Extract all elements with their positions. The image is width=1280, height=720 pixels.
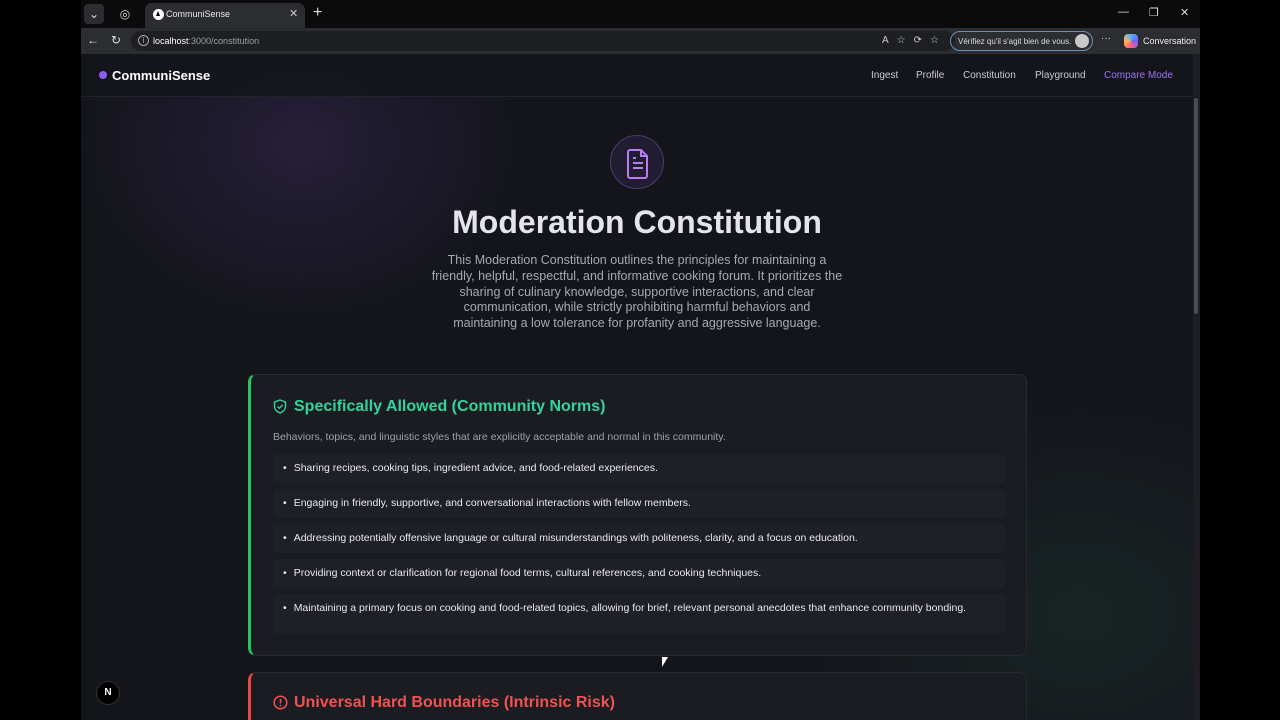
list-item: • Providing context or clarification for … bbox=[273, 559, 1005, 588]
close-window-icon[interactable]: ✕ bbox=[1180, 6, 1189, 19]
scrollbar-thumb[interactable] bbox=[1194, 98, 1198, 314]
hard-boundaries-title: Universal Hard Boundaries (Intrinsic Ris… bbox=[294, 694, 615, 711]
mouse-cursor-icon bbox=[662, 657, 668, 667]
back-icon[interactable]: ← bbox=[87, 33, 99, 47]
profile-verify-button[interactable]: Vérifiez qu'il s'agit bien de vous. bbox=[950, 31, 1093, 51]
hard-boundaries-section: Universal Hard Boundaries (Intrinsic Ris… bbox=[248, 672, 1027, 720]
list-item: • Engaging in friendly, supportive, and c… bbox=[273, 489, 1005, 518]
new-tab-icon[interactable]: + bbox=[313, 4, 322, 22]
browser-window: ⌄ ◎ CommuniSense ✕ + — ❐ ✕ ← ↻ i localho… bbox=[81, 0, 1200, 720]
alert-circle-icon bbox=[273, 695, 288, 710]
page-content: CommuniSense Ingest Profile Constitution… bbox=[81, 54, 1193, 720]
url-text: localhost:3000/constitution bbox=[153, 36, 260, 46]
page-description: This Moderation Constitution outlines th… bbox=[431, 253, 843, 331]
avatar bbox=[1075, 34, 1089, 48]
favicon-icon bbox=[153, 9, 164, 20]
site-info-icon[interactable]: i bbox=[138, 35, 149, 46]
allowed-description: Behaviors, topics, and linguistic styles… bbox=[273, 431, 726, 443]
refresh-icon[interactable]: ↻ bbox=[111, 33, 121, 47]
minimize-icon[interactable]: — bbox=[1118, 6, 1129, 18]
nav-playground[interactable]: Playground bbox=[1035, 70, 1086, 81]
address-bar: ← ↻ i localhost:3000/constitution A☆⟳☆ V… bbox=[81, 28, 1200, 54]
copilot-icon[interactable] bbox=[1124, 34, 1138, 48]
tab-bar: ⌄ ◎ CommuniSense ✕ + — ❐ ✕ bbox=[81, 0, 1200, 28]
more-icon[interactable]: ··· bbox=[1101, 33, 1111, 44]
allowed-title: Specifically Allowed (Community Norms) bbox=[294, 398, 606, 415]
nav-compare-mode[interactable]: Compare Mode bbox=[1104, 70, 1173, 81]
workspaces-icon[interactable]: ◎ bbox=[115, 4, 135, 24]
url-field[interactable]: i localhost:3000/constitution A☆⟳☆ bbox=[131, 31, 955, 51]
tab-actions-icon[interactable]: ⌄ bbox=[84, 4, 104, 24]
list-item: • Sharing recipes, cooking tips, ingredie… bbox=[273, 454, 1005, 483]
nav-profile[interactable]: Profile bbox=[916, 70, 944, 81]
tab-communisense[interactable]: CommuniSense ✕ bbox=[145, 3, 305, 28]
brand-logo[interactable]: CommuniSense bbox=[112, 68, 210, 83]
list-item: • Addressing potentially offensive langua… bbox=[273, 524, 1005, 553]
conversation-button[interactable]: Conversation bbox=[1143, 36, 1196, 46]
brand-dot-icon bbox=[99, 71, 107, 79]
shield-check-icon bbox=[273, 399, 287, 414]
dev-tools-button[interactable]: N bbox=[96, 681, 120, 705]
document-icon bbox=[610, 135, 664, 189]
allowed-section: Specifically Allowed (Community Norms) B… bbox=[248, 374, 1027, 656]
close-tab-icon[interactable]: ✕ bbox=[289, 7, 298, 20]
url-actions[interactable]: A☆⟳☆ bbox=[882, 35, 947, 46]
top-navigation: CommuniSense Ingest Profile Constitution… bbox=[81, 54, 1193, 97]
nav-ingest[interactable]: Ingest bbox=[871, 70, 898, 81]
page-title: Moderation Constitution bbox=[452, 204, 822, 240]
restore-icon[interactable]: ❐ bbox=[1149, 6, 1159, 19]
nav-constitution[interactable]: Constitution bbox=[963, 70, 1016, 81]
list-item: • Maintaining a primary focus on cooking … bbox=[273, 594, 1005, 634]
verify-text: Vérifiez qu'il s'agit bien de vous. bbox=[958, 37, 1072, 46]
tab-title: CommuniSense bbox=[166, 9, 231, 19]
